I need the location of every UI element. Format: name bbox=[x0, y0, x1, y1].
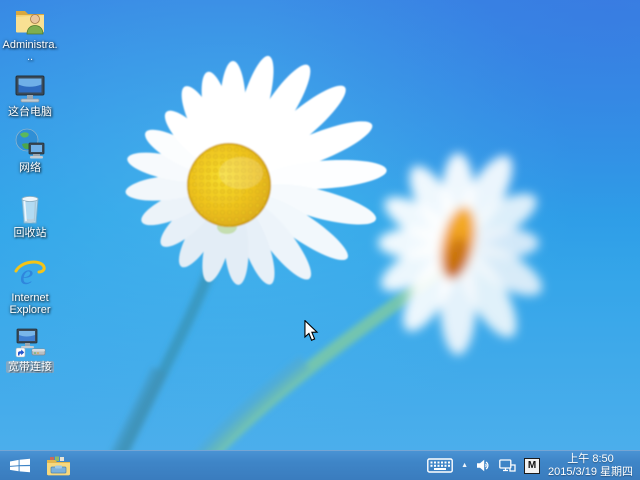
touch-keyboard-icon[interactable] bbox=[427, 458, 453, 473]
mouse-cursor bbox=[304, 320, 319, 341]
desktop-icon-administrator[interactable]: Administra... bbox=[1, 4, 59, 63]
desktop-icon-this-pc[interactable]: 这台电脑 bbox=[1, 71, 59, 118]
icon-label: Administra... bbox=[2, 39, 58, 63]
icon-label: 回收站 bbox=[13, 227, 47, 239]
recycle-bin-icon bbox=[21, 195, 39, 224]
desktop-icon-internet-explorer[interactable]: e Internet Explorer bbox=[1, 257, 59, 316]
desktop: Administra... 这台电脑 网络 回收站 e Internet Exp… bbox=[0, 0, 640, 480]
windows-logo-icon bbox=[10, 458, 30, 473]
network-status-icon[interactable] bbox=[499, 458, 516, 473]
computer-icon bbox=[15, 75, 45, 103]
icon-label: 宽带连接 bbox=[6, 361, 54, 373]
broadband-connection-icon bbox=[15, 328, 46, 358]
icon-label: 这台电脑 bbox=[8, 106, 52, 118]
taskbar: ▲ M 上午 8:50 2015/3/19 星期四 bbox=[0, 450, 640, 480]
user-folder-icon bbox=[16, 11, 44, 35]
input-method-indicator[interactable]: M bbox=[524, 457, 540, 474]
volume-icon[interactable] bbox=[476, 459, 491, 472]
wallpaper-daisy bbox=[0, 0, 640, 480]
desktop-icon-network[interactable]: 网络 bbox=[1, 127, 59, 174]
desktop-icon-recycle-bin[interactable]: 回收站 bbox=[1, 192, 59, 239]
network-globe-icon bbox=[15, 128, 45, 159]
clock-date: 2015/3/19 星期四 bbox=[548, 465, 633, 478]
file-explorer-icon bbox=[46, 456, 70, 475]
internet-explorer-icon: e bbox=[14, 258, 46, 291]
clock[interactable]: 上午 8:50 2015/3/19 星期四 bbox=[548, 453, 633, 479]
system-tray: ▲ M 上午 8:50 2015/3/19 星期四 bbox=[427, 451, 640, 480]
icon-label: Internet Explorer bbox=[9, 292, 51, 316]
desktop-icon-broadband[interactable]: 宽带连接 bbox=[1, 326, 59, 373]
clock-time: 上午 8:50 bbox=[567, 452, 614, 465]
icon-label: 网络 bbox=[19, 162, 41, 174]
start-button[interactable] bbox=[0, 451, 40, 480]
show-hidden-icons-button[interactable]: ▲ bbox=[461, 462, 468, 469]
file-explorer-button[interactable] bbox=[40, 451, 76, 480]
